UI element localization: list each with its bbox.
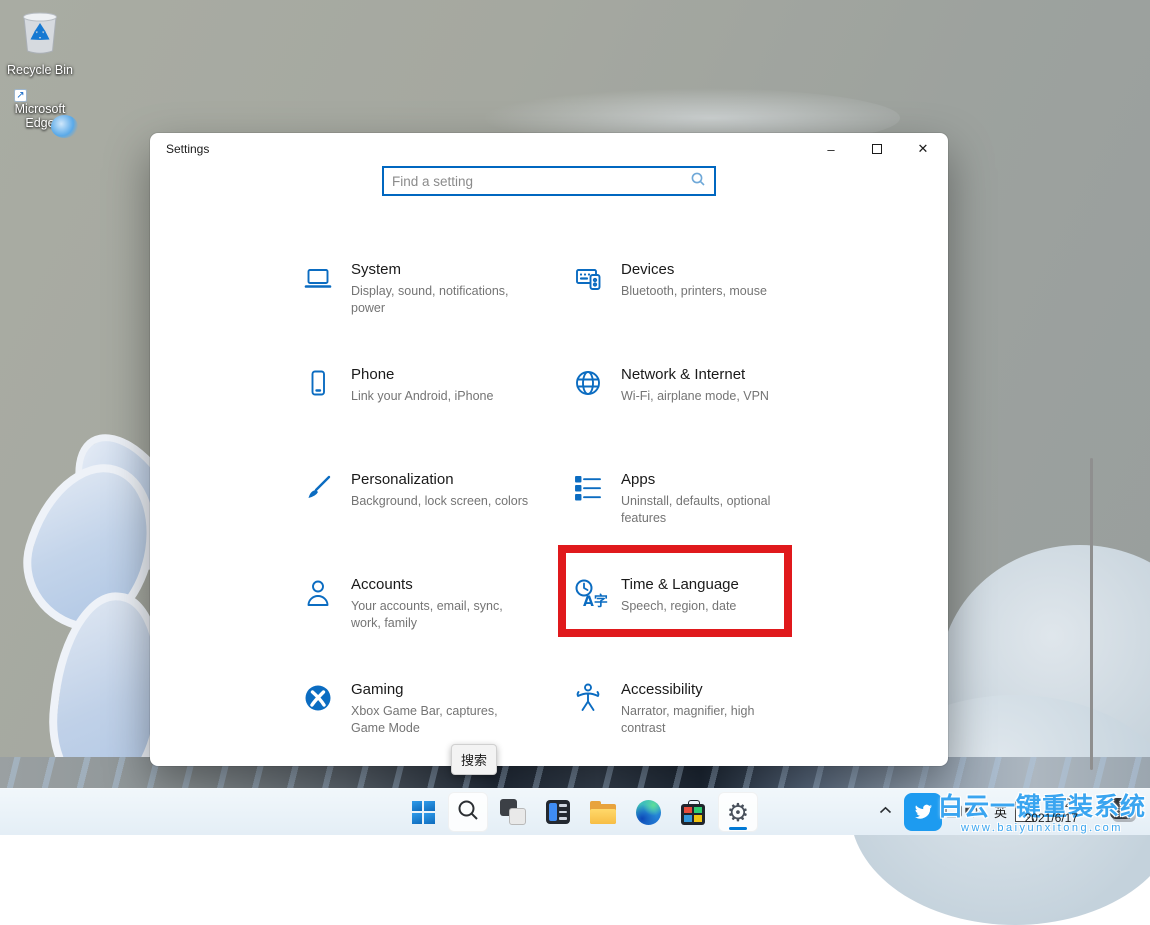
desktop-icon-microsoft-edge[interactable]: ↗ Microsoft Edge	[0, 100, 80, 131]
search-icon	[456, 798, 480, 827]
category-subtitle: Link your Android, iPhone	[351, 388, 493, 405]
tray-time: 8:27	[1025, 796, 1078, 811]
window-title: Settings	[166, 142, 209, 156]
brush-icon	[303, 471, 335, 510]
category-subtitle: Background, lock screen, colors	[351, 493, 528, 510]
category-tile-devices[interactable]: Devices Bluetooth, printers, mouse	[573, 261, 833, 300]
tray-date: 2021/6/17	[1025, 811, 1078, 826]
desktop-icon-label: Recycle Bin	[0, 63, 80, 77]
task-view-icon	[500, 799, 526, 825]
globe-icon	[573, 366, 605, 405]
recycle-bin-icon	[17, 43, 63, 60]
phone-icon	[303, 366, 335, 405]
windows-logo-icon	[412, 801, 435, 824]
microsoft-store-button[interactable]	[673, 792, 713, 832]
search-input[interactable]	[392, 174, 690, 189]
maximize-icon	[872, 144, 882, 154]
widgets-icon	[546, 800, 570, 824]
category-title: Devices	[621, 261, 767, 278]
store-icon	[681, 804, 705, 825]
search-tooltip: 搜索	[451, 744, 497, 775]
category-title: Accounts	[351, 576, 531, 593]
minimize-button[interactable]: –	[808, 133, 854, 165]
category-subtitle: Bluetooth, printers, mouse	[621, 283, 767, 300]
folder-icon	[590, 804, 616, 824]
apps-icon	[573, 471, 605, 526]
search-icon	[690, 171, 706, 192]
desktop-icon-recycle-bin[interactable]: Recycle Bin	[0, 8, 80, 77]
category-tile-accessibility[interactable]: Accessibility Narrator, magnifier, high …	[573, 681, 833, 736]
category-subtitle: Display, sound, notifications, power	[351, 283, 531, 316]
taskbar: ⚙ 英 拼 8:27 2021/6/17 3 白云一键重装系统 www.baiy…	[0, 788, 1150, 835]
taskbar-center-icons: ⚙	[403, 792, 758, 832]
window-scrollbar[interactable]	[1090, 458, 1093, 770]
widgets-button[interactable]	[538, 792, 578, 832]
touch-keyboard-icon[interactable]	[945, 804, 962, 823]
edge-button[interactable]	[628, 792, 668, 832]
shortcut-arrow-icon: ↗	[14, 89, 27, 102]
clock-tray[interactable]: 8:27 2021/6/17	[1025, 796, 1078, 826]
category-subtitle: Uninstall, defaults, optional features	[621, 493, 801, 526]
category-subtitle: Your accounts, email, sync, work, family	[351, 598, 531, 631]
devices-icon	[573, 261, 605, 300]
category-tile-phone[interactable]: Phone Link your Android, iPhone	[303, 366, 563, 405]
category-tile-network[interactable]: Network & Internet Wi-Fi, airplane mode,…	[573, 366, 833, 405]
category-subtitle: Narrator, magnifier, high contrast	[621, 703, 801, 736]
category-subtitle: Wi-Fi, airplane mode, VPN	[621, 388, 769, 405]
category-title: System	[351, 261, 531, 278]
task-view-button[interactable]	[493, 792, 533, 832]
volume-icon[interactable]	[964, 803, 982, 823]
twitter-tray-icon[interactable]	[904, 793, 942, 831]
edge-icon	[636, 800, 661, 825]
settings-button[interactable]: ⚙	[718, 792, 758, 832]
category-tile-apps[interactable]: Apps Uninstall, defaults, optional featu…	[573, 471, 833, 526]
category-title: Personalization	[351, 471, 528, 488]
gear-icon: ⚙	[727, 800, 749, 825]
titlebar[interactable]: Settings – ✕	[150, 133, 948, 165]
maximize-button[interactable]	[854, 133, 900, 165]
notification-count-badge[interactable]: 3	[1110, 798, 1134, 819]
category-tile-accounts[interactable]: Accounts Your accounts, email, sync, wor…	[303, 576, 563, 631]
xbox-icon	[303, 681, 335, 736]
start-button[interactable]	[403, 792, 443, 832]
category-tile-system[interactable]: System Display, sound, notifications, po…	[303, 261, 563, 316]
person-icon	[303, 576, 335, 631]
category-title: Apps	[621, 471, 801, 488]
file-explorer-button[interactable]	[583, 792, 623, 832]
find-a-setting-searchbox[interactable]	[382, 166, 716, 196]
category-title: Accessibility	[621, 681, 801, 698]
category-tile-personalization[interactable]: Personalization Background, lock screen,…	[303, 471, 563, 510]
tray-chevron-up-icon[interactable]	[879, 802, 892, 820]
taskbar-search-button[interactable]	[448, 792, 488, 832]
category-tile-gaming[interactable]: Gaming Xbox Game Bar, captures, Game Mod…	[303, 681, 563, 736]
category-title: Phone	[351, 366, 493, 383]
close-button[interactable]: ✕	[900, 133, 946, 165]
category-subtitle: Xbox Game Bar, captures, Game Mode	[351, 703, 531, 736]
category-title: Network & Internet	[621, 366, 769, 383]
red-highlight-rectangle	[558, 545, 792, 637]
ime-english-indicator[interactable]: 英	[994, 802, 1007, 821]
system-icon	[303, 261, 335, 316]
category-title: Gaming	[351, 681, 531, 698]
accessibility-icon	[573, 681, 605, 736]
settings-window: Settings – ✕ System Display, sound, noti…	[150, 133, 948, 766]
